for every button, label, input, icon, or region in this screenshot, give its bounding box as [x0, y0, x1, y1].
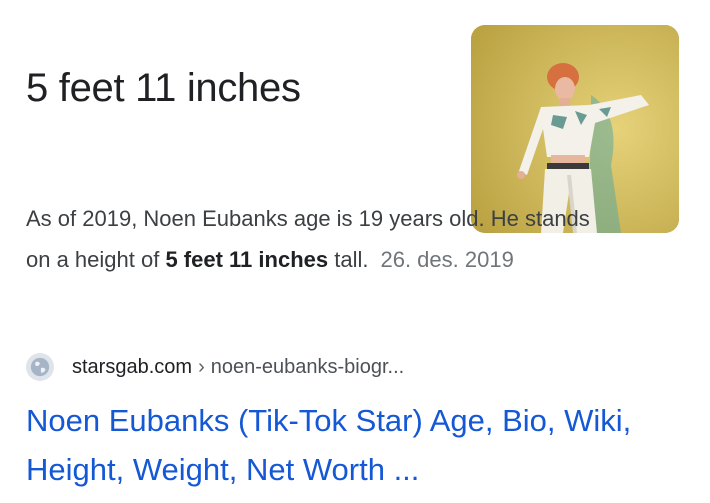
breadcrumb-separator: › [198, 355, 205, 378]
featured-snippet-card: 5 feet 11 inches As of 2019, Noen Eubank… [0, 0, 710, 503]
snippet-text-after: tall. [328, 247, 369, 272]
source-domain: starsgab.com [72, 355, 193, 378]
result-title-link[interactable]: Noen Eubanks (Tik-Tok Star) Age, Bio, Wi… [26, 396, 686, 494]
answer-title: 5 feet 11 inches [26, 66, 301, 110]
source-line[interactable]: starsgab.com › noen-eubanks-biogr... [26, 352, 404, 382]
snippet-text: As of 2019, Noen Eubanks age is 19 years… [26, 198, 606, 280]
source-path: noen-eubanks-biogr... [210, 355, 405, 378]
snippet-bold-answer: 5 feet 11 inches [165, 247, 329, 272]
snippet-date: 26. des. 2019 [380, 247, 514, 272]
globe-icon [26, 353, 54, 381]
